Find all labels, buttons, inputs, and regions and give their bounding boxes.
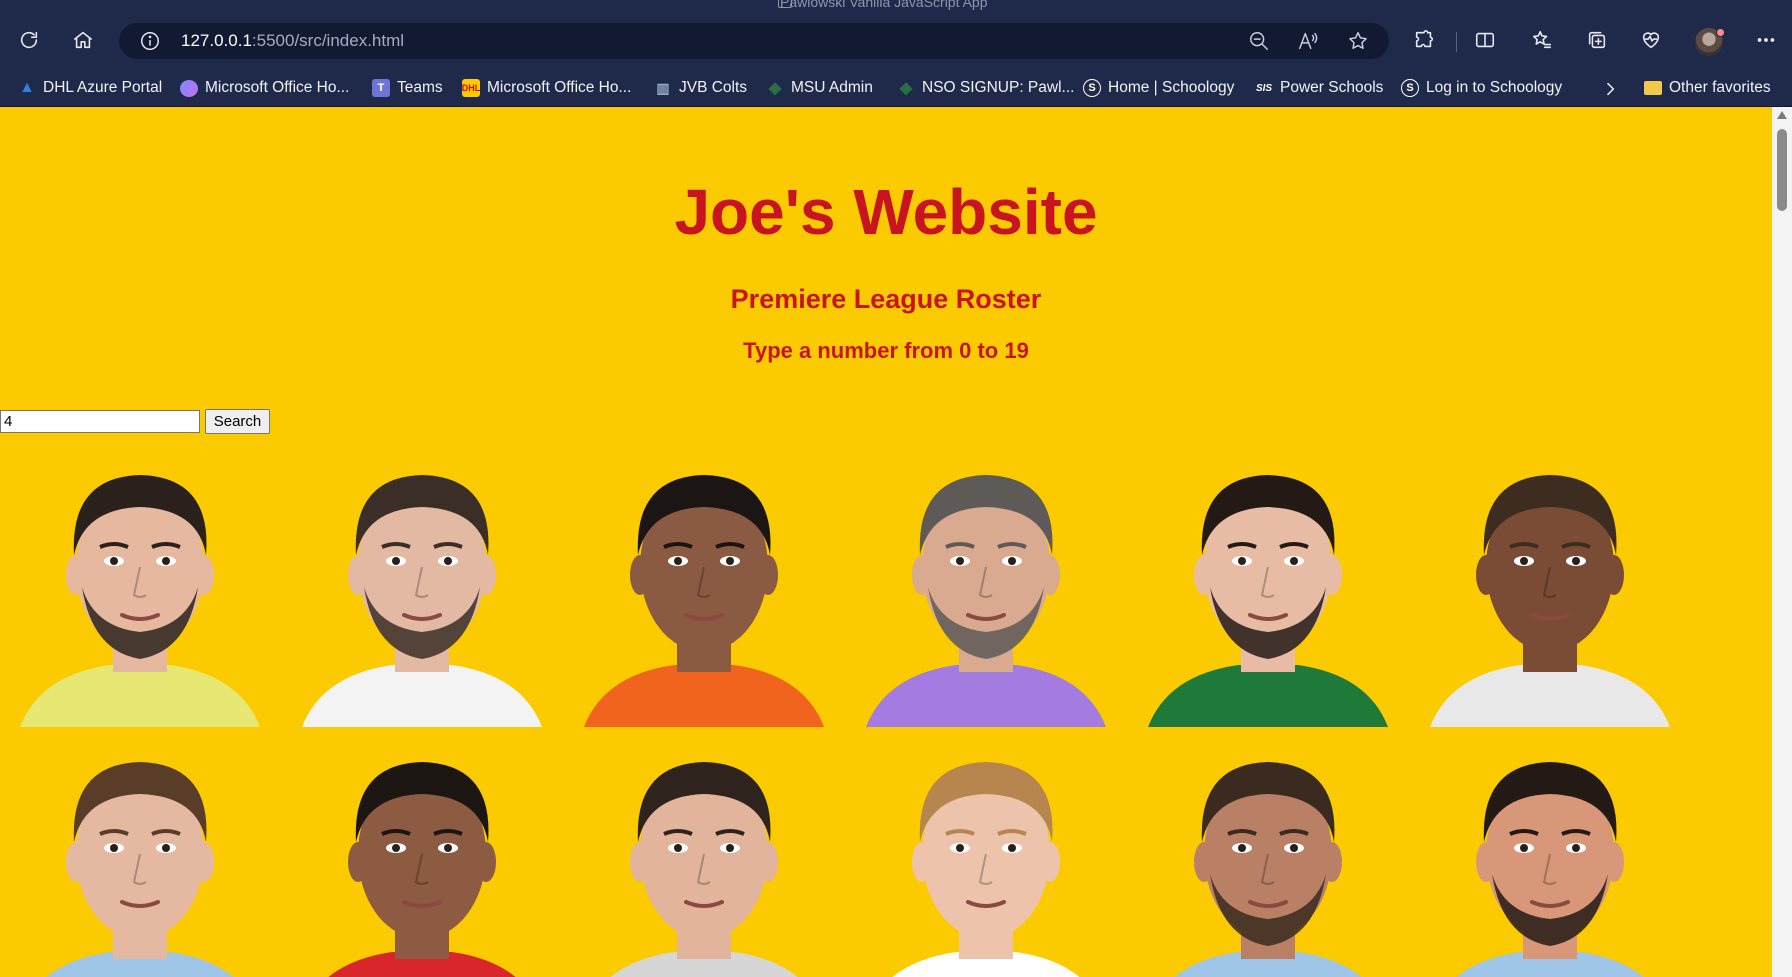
more-dots-icon [1757,38,1775,42]
player-photo [282,724,562,977]
url-path: :5500/src/index.html [251,31,405,50]
favorites-list-icon [1532,30,1552,49]
title-bar: Pawlowski Vanilla JavaScript App [0,0,1792,12]
tab-title: Pawlowski Vanilla JavaScript App [780,0,988,10]
search-button[interactable]: Search [205,409,270,434]
favorite-login-schoology[interactable]: S Log in to Schoology [1401,75,1562,101]
favorite-label: Home | Schoology [1108,79,1235,96]
home-button[interactable] [64,21,102,59]
player-photo [846,437,1126,727]
favorite-star-icon[interactable] [1347,30,1369,52]
favorite-label: Log in to Schoology [1426,79,1563,96]
favorite-msu-admin[interactable]: ◆ MSU Admin [766,75,873,101]
favorite-label: MSU Admin [791,79,873,96]
refresh-icon [20,31,38,49]
page-scrollbar[interactable] [1772,107,1792,977]
home-icon [73,31,93,49]
favorite-nso-signup[interactable]: ◆ NSO SIGNUP: Pawl... [897,75,1075,101]
azure-icon: ▲ [19,79,35,96]
schoology-icon: S [1083,79,1101,97]
favorite-label: Microsoft Office Ho... [487,79,632,96]
split-screen-button[interactable] [1466,21,1504,59]
settings-more-button[interactable] [1747,21,1785,59]
page-subtitle: Premiere League Roster [730,284,1042,314]
folder-icon [1644,81,1662,95]
refresh-button[interactable] [10,21,48,59]
schoology-icon: S [1401,79,1419,97]
collections-icon [1588,31,1606,49]
page-title: Joe's Website [674,176,1098,248]
office-icon [180,79,198,97]
zoom-out-icon[interactable] [1248,30,1270,52]
notification-dot [1716,28,1725,37]
favorite-label: JVB Colts [679,79,748,96]
favorite-office-home[interactable]: Microsoft Office Ho... [180,75,349,101]
player-photo [846,724,1126,977]
favorite-teams[interactable]: T Teams [372,75,443,101]
favorite-label: Power Schools [1280,79,1384,96]
scroll-up-arrow-icon[interactable] [1777,111,1787,119]
extensions-button[interactable] [1405,21,1443,59]
favorite-jvb-colts[interactable]: ▥ JVB Colts [654,75,747,101]
player-photo [1128,724,1408,977]
player-photo [0,437,280,727]
split-screen-icon [1475,32,1495,48]
toolbar-divider [1456,32,1457,52]
favorite-dhl-azure[interactable]: ▲ DHL Azure Portal [18,75,162,101]
favorites-button[interactable] [1523,21,1561,59]
favorite-label: NSO SIGNUP: Pawl... [922,79,1075,96]
player-photo [0,724,280,977]
chevron-right-icon[interactable] [1600,79,1620,99]
powerschool-icon: SIS [1255,82,1273,94]
url-text[interactable]: 127.0.0.1:5500/src/index.html [181,31,404,51]
teams-icon: T [372,79,390,97]
url-host: 127.0.0.1 [181,31,252,50]
collections-button[interactable] [1578,21,1616,59]
puzzle-icon [1415,30,1434,48]
msu-icon: ◆ [899,80,913,97]
player-photo [1410,437,1690,727]
heart-pulse-icon [1642,32,1660,49]
address-bar[interactable]: 127.0.0.1:5500/src/index.html [119,23,1389,59]
browser-essentials-button[interactable] [1632,21,1670,59]
dhl-icon: DHL [462,79,480,97]
favorite-label: DHL Azure Portal [43,79,163,96]
scroll-thumb[interactable] [1777,129,1787,211]
page-instruction: Type a number from 0 to 19 [743,338,1029,363]
favorite-office-home-2[interactable]: DHL Microsoft Office Ho... [462,75,631,101]
player-photo [1410,724,1690,977]
favorite-label: Teams [397,79,443,96]
player-photo [282,437,562,727]
other-favorites-label: Other favorites [1669,79,1771,96]
favorite-label: Microsoft Office Ho... [205,79,350,96]
player-photo [564,437,844,727]
site-info-icon[interactable] [139,30,161,52]
read-aloud-icon[interactable] [1297,30,1319,52]
browser-window: Pawlowski Vanilla JavaScript App 127.0.0… [0,0,1792,977]
favorite-home-schoology[interactable]: S Home | Schoology [1083,75,1234,101]
search-input[interactable] [0,410,200,433]
chart-icon: ▥ [656,79,670,96]
player-photo [564,724,844,977]
player-photo [1128,437,1408,727]
msu-icon: ◆ [768,80,782,97]
other-favorites[interactable]: Other favorites [1644,75,1771,101]
browser-toolbar: 127.0.0.1:5500/src/index.html [0,12,1792,70]
favorites-bar: ▲ DHL Azure Portal Microsoft Office Ho..… [0,70,1792,107]
favorite-power-schools[interactable]: SIS Power Schools [1255,75,1383,101]
page-content: Joe's Website Premiere League Roster Typ… [0,107,1772,977]
